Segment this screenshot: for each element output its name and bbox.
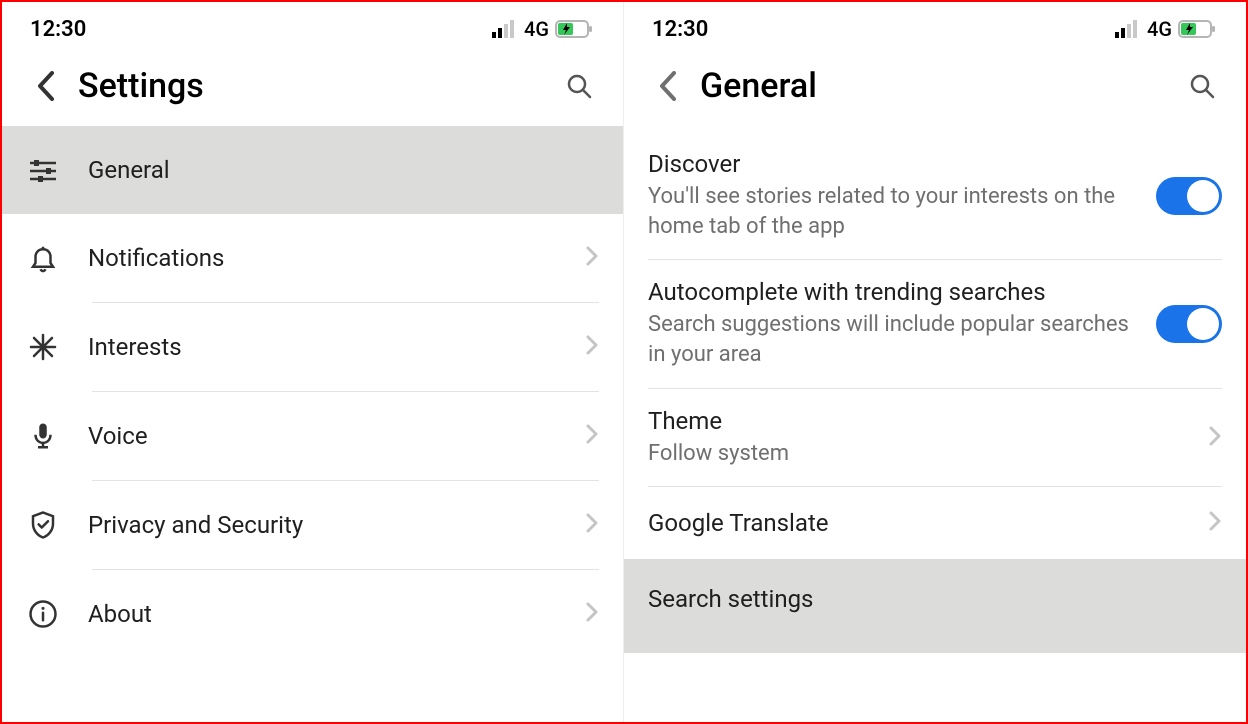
- row-label: Interests: [88, 333, 585, 361]
- status-right: 4G: [492, 17, 595, 41]
- chevron-right-icon: [585, 512, 599, 538]
- info-icon: [26, 597, 60, 631]
- row-autocomplete[interactable]: Autocomplete with trending searches Sear…: [624, 260, 1246, 387]
- chevron-right-icon: [585, 334, 599, 360]
- signal-icon: [1115, 20, 1141, 38]
- row-label: Voice: [88, 422, 585, 450]
- screen-settings: 12:30 4G: [2, 2, 624, 722]
- mic-icon: [26, 419, 60, 453]
- asterisk-icon: [26, 330, 60, 364]
- row-discover[interactable]: Discover You'll see stories related to y…: [624, 132, 1246, 259]
- row-subtitle: Follow system: [648, 439, 1192, 469]
- header: General: [624, 52, 1246, 126]
- page-title: General: [700, 66, 1182, 106]
- row-translate[interactable]: Google Translate: [624, 487, 1246, 559]
- bell-icon: [26, 241, 60, 275]
- back-button[interactable]: [648, 66, 688, 106]
- shield-check-icon: [26, 508, 60, 542]
- row-label: About: [88, 600, 585, 628]
- row-title: Search settings: [648, 585, 1206, 613]
- toggle-autocomplete[interactable]: [1156, 305, 1222, 343]
- sliders-icon: [26, 153, 60, 187]
- status-time: 12:30: [30, 17, 86, 42]
- network-label: 4G: [1147, 17, 1172, 41]
- status-bar: 12:30 4G: [2, 2, 623, 52]
- chevron-right-icon: [1208, 425, 1222, 451]
- settings-item-interests[interactable]: Interests: [2, 303, 623, 391]
- chevron-right-icon: [585, 601, 599, 627]
- row-label: General: [88, 156, 599, 184]
- search-button[interactable]: [559, 66, 599, 106]
- settings-item-about[interactable]: About: [2, 570, 623, 658]
- row-subtitle: You'll see stories related to your inter…: [648, 182, 1140, 241]
- status-right: 4G: [1115, 17, 1218, 41]
- chevron-right-icon: [1208, 510, 1222, 536]
- search-button[interactable]: [1182, 66, 1222, 106]
- row-theme[interactable]: Theme Follow system: [624, 389, 1246, 487]
- back-button[interactable]: [26, 66, 66, 106]
- row-label: Notifications: [88, 244, 585, 272]
- settings-item-privacy[interactable]: Privacy and Security: [2, 481, 623, 569]
- row-title: Google Translate: [648, 509, 1192, 537]
- row-title: Autocomplete with trending searches: [648, 278, 1140, 306]
- screen-general: 12:30 4G: [624, 2, 1246, 722]
- settings-item-general[interactable]: General: [2, 126, 623, 214]
- header: Settings: [2, 52, 623, 126]
- page-title: Settings: [78, 66, 559, 106]
- row-title: Theme: [648, 407, 1192, 435]
- network-label: 4G: [524, 17, 549, 41]
- two-screens: 12:30 4G: [0, 0, 1248, 724]
- settings-item-voice[interactable]: Voice: [2, 392, 623, 480]
- general-list: Discover You'll see stories related to y…: [624, 132, 1246, 653]
- row-search-settings[interactable]: Search settings: [624, 559, 1246, 653]
- status-time: 12:30: [652, 17, 708, 42]
- chevron-right-icon: [585, 245, 599, 271]
- status-bar: 12:30 4G: [624, 2, 1246, 52]
- settings-list: General Notifications: [2, 126, 623, 658]
- settings-item-notifications[interactable]: Notifications: [2, 214, 623, 302]
- row-subtitle: Search suggestions will include popular …: [648, 310, 1140, 369]
- toggle-discover[interactable]: [1156, 177, 1222, 215]
- row-title: Discover: [648, 150, 1140, 178]
- signal-icon: [492, 20, 518, 38]
- row-label: Privacy and Security: [88, 511, 585, 539]
- battery-icon: [555, 19, 595, 39]
- battery-icon: [1178, 19, 1218, 39]
- chevron-right-icon: [585, 423, 599, 449]
